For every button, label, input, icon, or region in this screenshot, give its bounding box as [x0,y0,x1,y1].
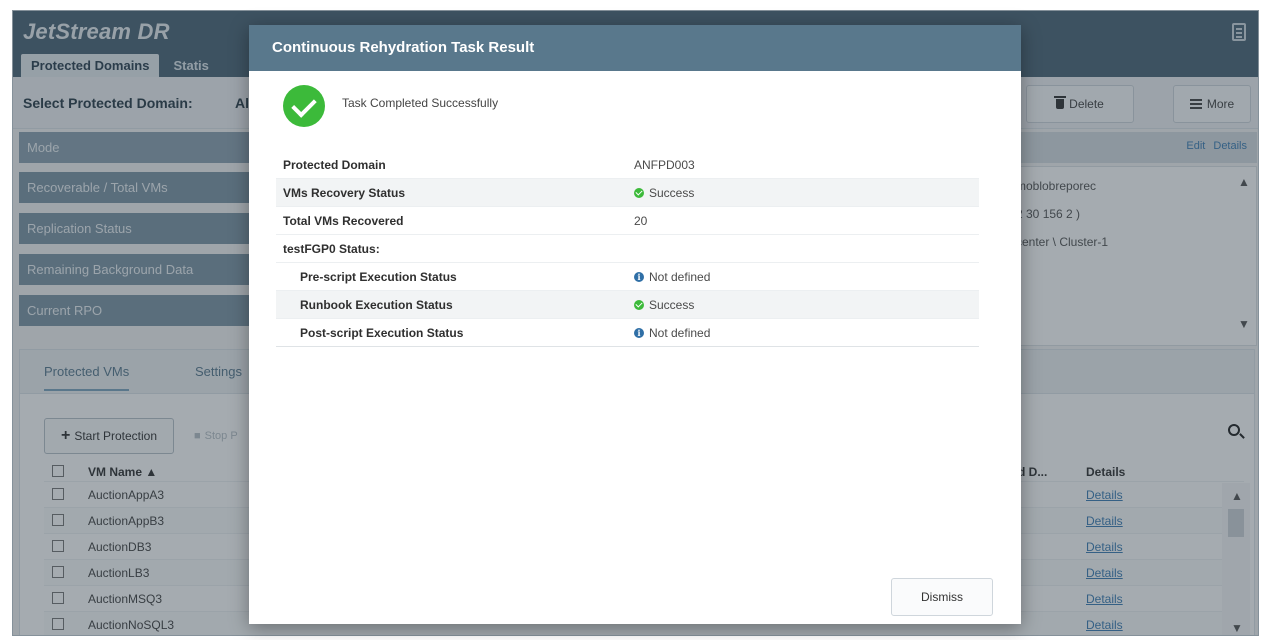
result-row-runbook: Runbook Execution Status Success [276,291,979,319]
result-value-text: Not defined [649,326,711,340]
result-label: Post-script Execution Status [300,326,464,340]
result-label: Runbook Execution Status [300,298,453,312]
result-value: Success [634,298,694,312]
result-value-text: Success [649,186,695,200]
result-label: Pre-script Execution Status [300,270,457,284]
info-icon: i [634,272,644,282]
result-value-text: 20 [634,214,648,228]
result-value-text: ANFPD003 [634,158,695,172]
result-label: VMs Recovery Status [283,186,406,200]
result-row-protected-domain: Protected Domain ANFPD003 [276,151,979,179]
result-row-post-script: Post-script Execution Status i Not define… [276,319,979,347]
result-table: Protected Domain ANFPD003 VMs Recovery S… [276,151,979,347]
success-check-icon [283,85,325,127]
result-row-vms-recovery-status: VMs Recovery Status Success [276,179,979,207]
dismiss-button[interactable]: Dismiss [891,578,993,616]
result-value: 20 [634,214,647,228]
result-value: i Not defined [634,326,710,340]
result-label: testFGP0 Status: [283,242,380,256]
result-row-group-status: testFGP0 Status: [276,235,979,263]
result-value: i Not defined [634,270,710,284]
task-status-message: Task Completed Successfully [342,96,499,110]
result-value-text: Not defined [649,270,711,284]
dialog-header: Continuous Rehydration Task Result [249,25,1021,71]
result-value: Success [634,186,694,200]
result-label: Total VMs Recovered [283,214,404,228]
result-value: ANFPD003 [634,158,695,172]
result-label: Protected Domain [283,158,386,172]
task-result-dialog: Continuous Rehydration Task Result Task … [249,25,1021,624]
success-icon [634,188,644,198]
result-row-total-vms-recovered: Total VMs Recovered 20 [276,207,979,235]
dialog-title: Continuous Rehydration Task Result [272,39,535,56]
result-row-pre-script: Pre-script Execution Status i Not defined [276,263,979,291]
result-value-text: Success [649,298,695,312]
success-icon [634,300,644,310]
info-icon: i [634,328,644,338]
